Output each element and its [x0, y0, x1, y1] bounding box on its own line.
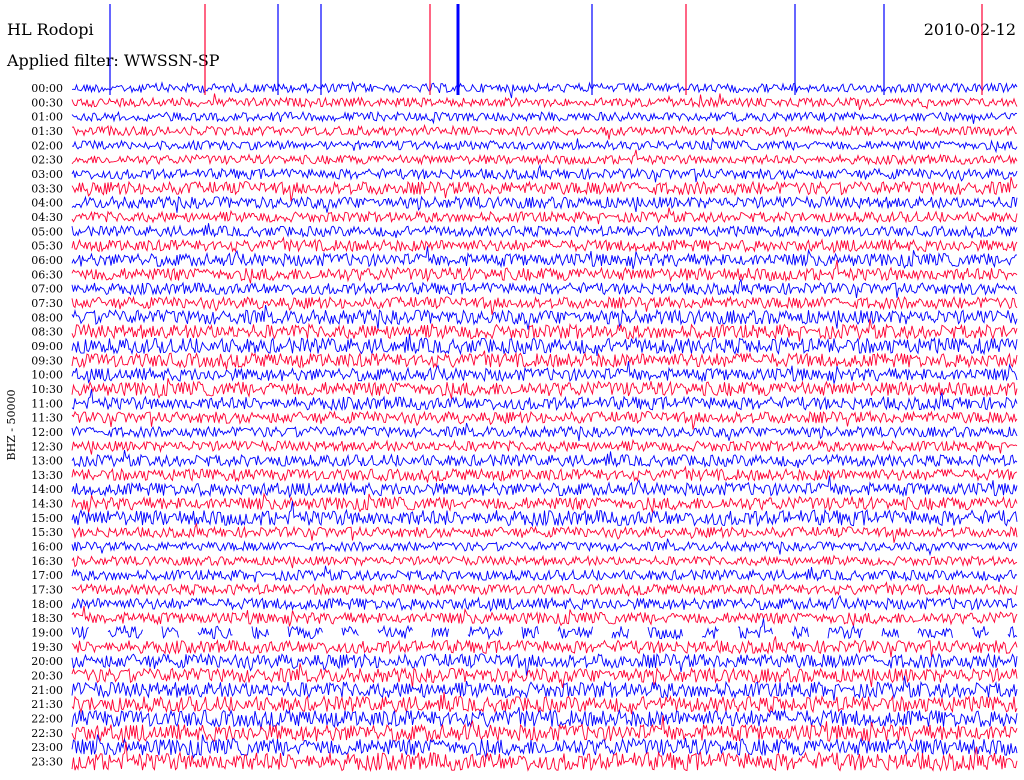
trace-line — [71, 492, 1018, 513]
trace-line — [71, 318, 1018, 342]
row-time-label: 02:00 — [31, 139, 63, 152]
row-time-label: 16:30 — [31, 555, 63, 568]
trace-line — [71, 422, 1018, 442]
trace-line — [71, 522, 1018, 543]
trace-line — [71, 565, 1018, 583]
trace-line — [71, 652, 1018, 676]
row-time-label: 01:00 — [31, 111, 63, 124]
date-label: 2010-02-12 — [924, 20, 1016, 39]
channel-axis-label: BHZ - 50000 — [5, 389, 18, 460]
row-time-label: 19:00 — [31, 627, 63, 640]
row-time-label: 09:30 — [31, 354, 63, 367]
trace-line — [71, 149, 1018, 166]
row-time-label: 12:30 — [31, 440, 63, 453]
row-time-label: 15:00 — [31, 512, 63, 525]
trace-line — [71, 360, 1018, 384]
trace-line — [71, 465, 1018, 483]
trace-line — [71, 195, 1018, 213]
row-time-label: 09:00 — [31, 340, 63, 353]
trace-line — [71, 136, 1018, 154]
trace-line — [71, 333, 1018, 356]
row-time-label: 20:30 — [31, 670, 63, 683]
row-time-label: 17:30 — [31, 584, 63, 597]
trace-line — [71, 279, 1018, 298]
row-time-label: 08:30 — [31, 326, 63, 339]
trace-line — [71, 636, 1018, 658]
trace-line — [71, 581, 1018, 597]
trace-line — [71, 163, 1018, 183]
trace-line — [71, 707, 1018, 730]
event-spikes — [109, 4, 983, 95]
trace-line — [71, 538, 1018, 557]
row-time-label: 22:30 — [31, 727, 63, 740]
row-time-label: 11:00 — [31, 397, 63, 410]
row-time-label: 07:30 — [31, 297, 63, 310]
row-time-labels: 00:0000:30 01:0001:3002:00 02:3003:0003:30… — [31, 82, 63, 769]
trace-line — [71, 594, 1018, 613]
trace-line — [71, 246, 1018, 270]
trace-line — [71, 207, 1018, 225]
helicorder-chart: HL Rodopi Applied filter: WWSSN-SP 2010-… — [5, 4, 1018, 773]
trace-line — [71, 350, 1018, 370]
station-title: HL Rodopi — [7, 20, 94, 39]
row-time-label: 20:00 — [31, 655, 63, 668]
row-time-label: 10:00 — [31, 369, 63, 382]
row-time-label: 03:30 — [31, 182, 63, 195]
row-time-label: 21:30 — [31, 698, 63, 711]
row-time-label: 14:30 — [31, 498, 63, 511]
row-time-label: 00:30 — [31, 96, 63, 109]
filter-label: Applied filter: WWSSN-SP — [6, 51, 220, 70]
row-time-label: 12:00 — [31, 426, 63, 439]
trace-line — [71, 734, 1018, 759]
trace-line — [71, 93, 1018, 111]
trace-line — [71, 554, 1018, 569]
trace-line — [71, 304, 1018, 330]
row-time-label: 17:00 — [31, 569, 63, 582]
row-time-label: 18:00 — [31, 598, 63, 611]
trace-line — [71, 438, 1018, 455]
row-time-label: 18:30 — [31, 612, 63, 625]
row-time-label: 04:00 — [31, 197, 63, 210]
row-time-label: 03:00 — [31, 168, 63, 181]
row-time-label: 15:30 — [31, 526, 63, 539]
row-time-label: 08:00 — [31, 311, 63, 324]
trace-line — [71, 449, 1018, 469]
trace-line — [71, 223, 1018, 239]
row-time-label: 21:00 — [31, 684, 63, 697]
trace-line — [71, 236, 1018, 254]
row-time-label: 13:00 — [31, 455, 63, 468]
row-time-label: 05:00 — [31, 225, 63, 238]
row-time-label: 19:30 — [31, 641, 63, 654]
row-time-label: 05:30 — [31, 240, 63, 253]
row-time-label: 23:30 — [31, 756, 63, 769]
row-time-label: 06:00 — [31, 254, 63, 267]
trace-line — [71, 663, 1018, 689]
trace-line — [71, 110, 1018, 125]
trace-line — [71, 475, 1018, 499]
row-time-label: 04:30 — [31, 211, 63, 224]
seismic-traces — [71, 80, 1018, 773]
row-time-label: 13:30 — [31, 469, 63, 482]
row-time-label: 23:00 — [31, 741, 63, 754]
row-time-label: 11:30 — [31, 412, 63, 425]
row-time-label: 14:00 — [31, 483, 63, 496]
trace-line — [71, 691, 1018, 715]
row-time-label: 01:30 — [31, 125, 63, 138]
trace-line — [71, 176, 1018, 202]
trace-line — [71, 123, 1018, 140]
row-time-label: 02:30 — [31, 154, 63, 167]
row-time-label: 07:00 — [31, 283, 63, 296]
row-time-label: 10:30 — [31, 383, 63, 396]
row-time-label: 22:00 — [31, 713, 63, 726]
row-time-label: 06:30 — [31, 268, 63, 281]
row-time-label: 00:00 — [31, 82, 63, 95]
row-time-label: 16:00 — [31, 541, 63, 554]
trace-line — [71, 378, 1018, 399]
